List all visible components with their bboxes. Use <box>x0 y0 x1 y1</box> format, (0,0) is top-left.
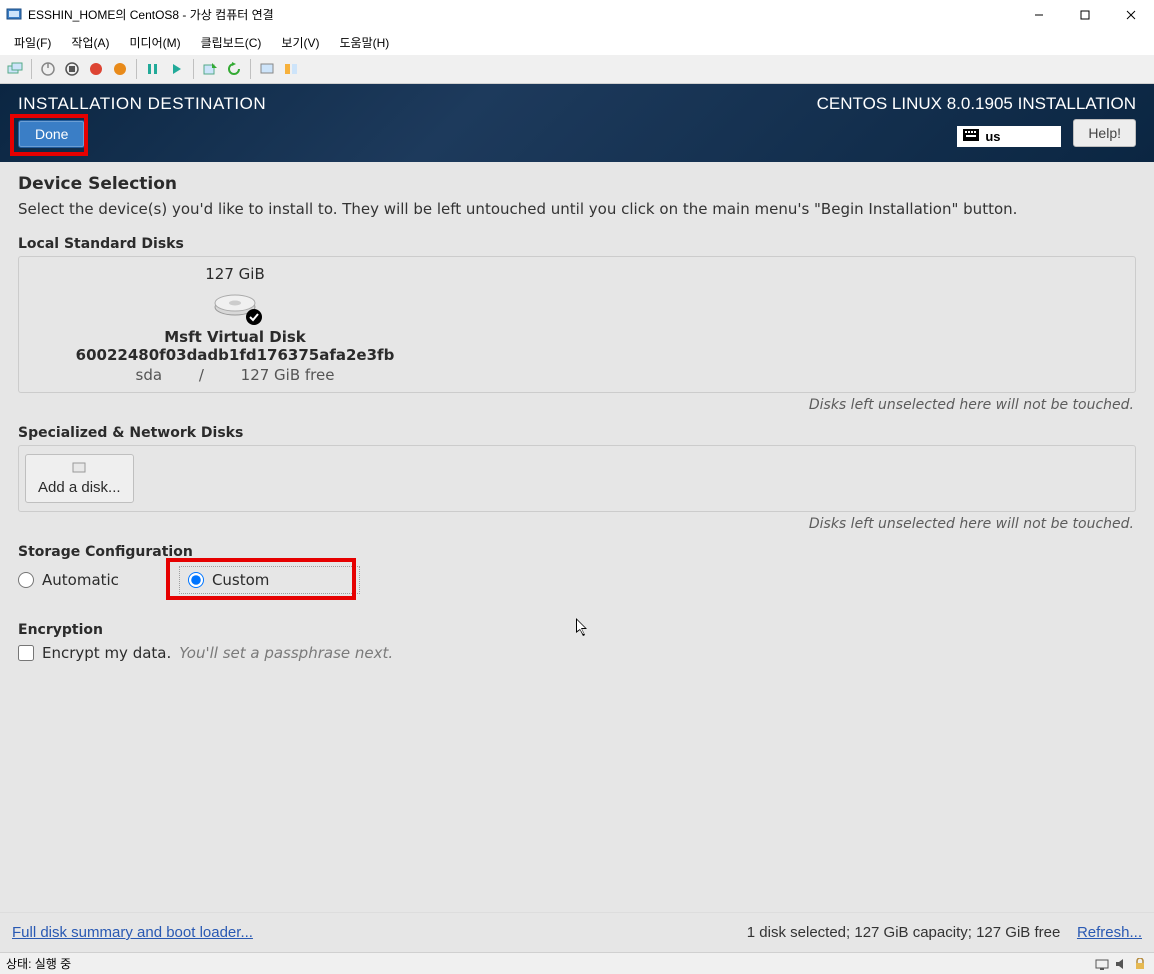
add-disk-label: Add a disk... <box>38 479 121 496</box>
disk-subline: sda / 127 GiB free <box>25 366 445 384</box>
menu-clipboard[interactable]: 클립보드(C) <box>193 32 270 53</box>
menu-help[interactable]: 도움말(H) <box>332 32 398 53</box>
refresh-link[interactable]: Refresh... <box>1077 924 1142 941</box>
page-title: INSTALLATION DESTINATION <box>18 94 266 114</box>
add-disk-icon <box>71 461 87 479</box>
status-text: 상태: 실행 중 <box>6 955 71 972</box>
vm-area: INSTALLATION DESTINATION Done CENTOS LIN… <box>0 84 1154 952</box>
disk-free: 127 GiB free <box>241 366 335 384</box>
keyboard-icon <box>963 129 979 144</box>
menu-file[interactable]: 파일(F) <box>6 32 59 53</box>
menu-view[interactable]: 보기(V) <box>273 32 327 53</box>
window-controls <box>1016 0 1154 30</box>
window-title: ESSHIN_HOME의 CentOS8 - 가상 컴퓨터 연결 <box>28 6 274 23</box>
reset-icon[interactable] <box>166 58 188 80</box>
footer-status: 1 disk selected; 127 GiB capacity; 127 G… <box>747 924 1061 941</box>
radio-automatic[interactable]: Automatic <box>18 571 119 589</box>
radio-custom[interactable]: Custom <box>179 566 360 594</box>
radio-automatic-input[interactable] <box>18 572 34 588</box>
menu-bar: 파일(F) 작업(A) 미디어(M) 클립보드(C) 보기(V) 도움말(H) <box>0 30 1154 55</box>
keyboard-layout-button[interactable]: us <box>957 126 1061 147</box>
device-selection-sub: Select the device(s) you'd like to insta… <box>18 200 1136 218</box>
done-button[interactable]: Done <box>18 120 85 148</box>
help-button[interactable]: Help! <box>1073 119 1136 147</box>
network-disks-box: Add a disk... <box>18 445 1136 512</box>
local-disks-hint: Disks left unselected here will not be t… <box>18 397 1134 413</box>
encryption-label: Encryption <box>18 622 1136 638</box>
disk-entry[interactable]: 127 GiB Msft Virtual Disk 60022480f03dad… <box>25 265 445 384</box>
start-icon[interactable] <box>37 58 59 80</box>
keyboard-layout-label: us <box>985 129 1000 144</box>
pause-icon[interactable] <box>142 58 164 80</box>
checkpoint-icon[interactable] <box>199 58 221 80</box>
storage-config-label: Storage Configuration <box>18 544 1136 560</box>
minimize-button[interactable] <box>1016 0 1062 30</box>
maximize-button[interactable] <box>1062 0 1108 30</box>
app-icon <box>6 7 22 23</box>
close-button[interactable] <box>1108 0 1154 30</box>
local-disks-label: Local Standard Disks <box>18 236 1136 252</box>
toolbar <box>0 55 1154 84</box>
network-icon <box>1094 956 1110 972</box>
encrypt-row: Encrypt my data. You'll set a passphrase… <box>18 644 1136 662</box>
host-statusbar: 상태: 실행 중 <box>0 952 1154 974</box>
radio-custom-input[interactable] <box>188 572 204 588</box>
local-disks-box: 127 GiB Msft Virtual Disk 60022480f03dad… <box>18 256 1136 393</box>
save-icon[interactable] <box>109 58 131 80</box>
network-disks-hint: Disks left unselected here will not be t… <box>18 516 1134 532</box>
full-disk-summary-link[interactable]: Full disk summary and boot loader... <box>12 924 253 941</box>
installer-footer: Full disk summary and boot loader... 1 d… <box>0 912 1154 952</box>
device-selection-title: Device Selection <box>18 174 1136 194</box>
ctrl-alt-del-icon[interactable] <box>4 58 26 80</box>
shut-down-icon[interactable] <box>85 58 107 80</box>
disk-name: Msft Virtual Disk 60022480f03dadb1fd1763… <box>25 328 445 364</box>
speaker-icon <box>1113 956 1129 972</box>
lock-icon <box>1132 956 1148 972</box>
disk-sep: / <box>199 366 204 384</box>
menu-action[interactable]: 작업(A) <box>63 32 117 53</box>
revert-icon[interactable] <box>223 58 245 80</box>
add-disk-button[interactable]: Add a disk... <box>25 454 134 503</box>
menu-media[interactable]: 미디어(M) <box>121 32 188 53</box>
disk-size: 127 GiB <box>25 265 445 283</box>
encrypt-label: Encrypt my data. <box>42 644 171 662</box>
storage-radio-row: Automatic Custom <box>18 566 1136 594</box>
radio-automatic-label: Automatic <box>42 571 119 589</box>
install-title: CENTOS LINUX 8.0.1905 INSTALLATION <box>817 94 1136 114</box>
encrypt-hint: You'll set a passphrase next. <box>179 644 393 662</box>
installer-main: Device Selection Select the device(s) yo… <box>0 162 1154 912</box>
enhanced-icon[interactable] <box>256 58 278 80</box>
share-icon[interactable] <box>280 58 302 80</box>
turn-off-icon[interactable] <box>61 58 83 80</box>
footer-right: 1 disk selected; 127 GiB capacity; 127 G… <box>747 924 1142 941</box>
network-disks-label: Specialized & Network Disks <box>18 425 1136 441</box>
disk-dev: sda <box>136 366 163 384</box>
radio-custom-label: Custom <box>212 571 269 589</box>
installer-header: INSTALLATION DESTINATION Done CENTOS LIN… <box>0 84 1154 162</box>
encrypt-checkbox[interactable] <box>18 645 34 661</box>
hard-disk-icon <box>213 289 257 322</box>
window-titlebar: ESSHIN_HOME의 CentOS8 - 가상 컴퓨터 연결 <box>0 0 1154 30</box>
